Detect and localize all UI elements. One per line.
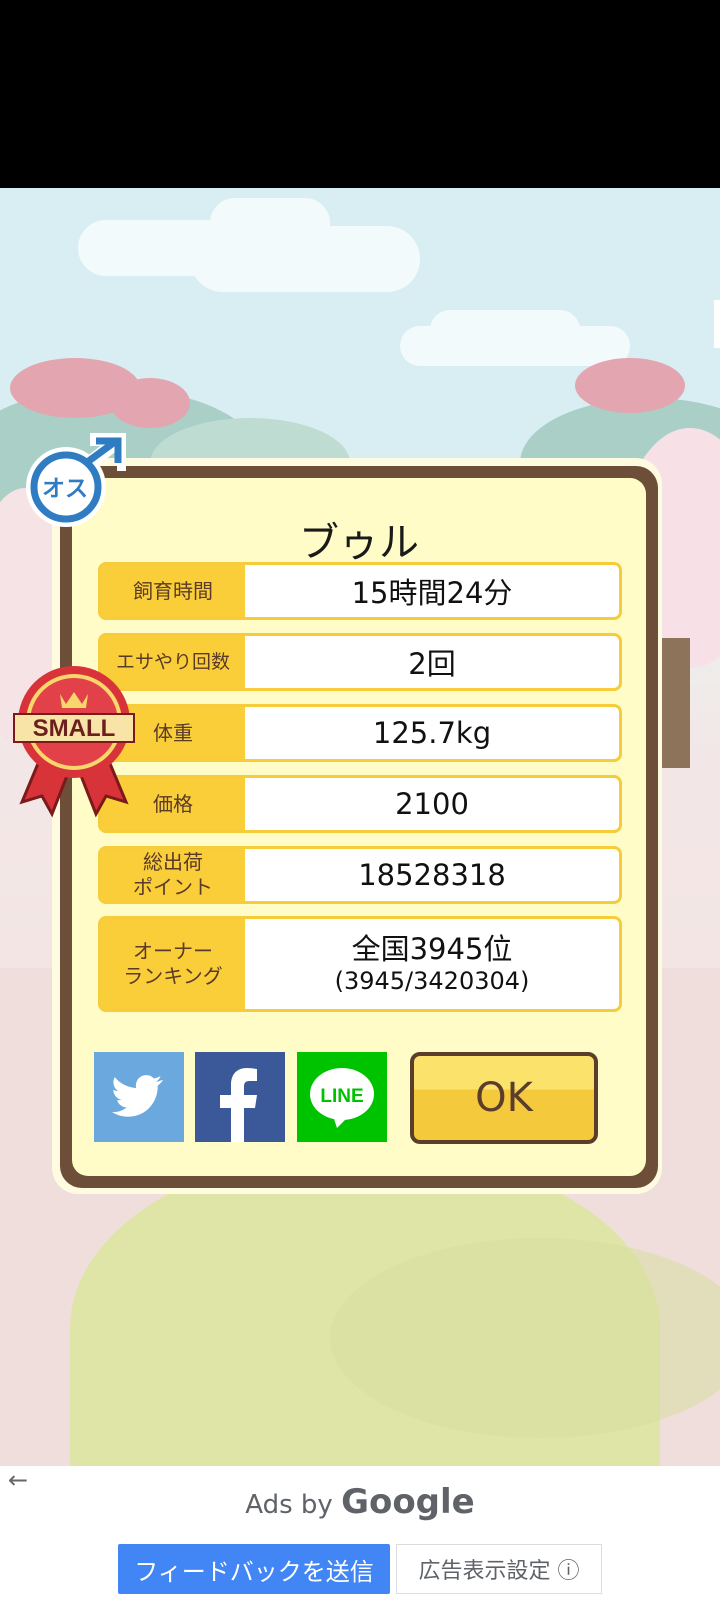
twitter-icon	[112, 1075, 163, 1117]
cloud	[430, 310, 580, 350]
pig-name: ブゥル	[299, 520, 419, 566]
ranking-detail: (3945/3420304)	[334, 967, 530, 995]
pig-info-dialog: ブゥル 飼育時間 15時間24分 エサやり回数 2回 体重 125.7kg 価格…	[60, 466, 658, 1188]
edge-highlight	[714, 300, 720, 348]
ad-bar: ← Ads by Google フィードバックを送信 広告表示設定 ⓘ	[0, 1466, 720, 1600]
cloud	[210, 198, 330, 248]
stat-value: 15時間24分	[351, 576, 513, 610]
facebook-icon	[220, 1068, 257, 1142]
stat-row-feed-count: エサやり回数 2回	[98, 633, 622, 691]
stat-row-price: 価格 2100	[98, 775, 622, 833]
ranking-position: 全国3945位	[351, 932, 513, 966]
medal-label: SMALL	[33, 715, 116, 742]
stat-value: 2回	[408, 647, 456, 681]
google-logo: Google	[341, 1482, 475, 1522]
stat-label: オーナー ランキング	[101, 919, 245, 1009]
gender-label: オス	[42, 476, 88, 502]
stat-row-weight: 体重 125.7kg	[98, 704, 622, 762]
blossom-tree	[575, 358, 685, 413]
stat-value: 18528318	[358, 858, 506, 892]
line-label: LINE	[320, 1086, 363, 1107]
stat-row-ranking: オーナー ランキング 全国3945位 (3945/3420304)	[98, 916, 622, 1012]
twitter-share-button[interactable]	[94, 1052, 184, 1142]
size-medal: SMALL	[12, 664, 136, 824]
ranking-value: 全国3945位 (3945/3420304)	[245, 919, 619, 1009]
dialog-content: ブゥル 飼育時間 15時間24分 エサやり回数 2回 体重 125.7kg 価格…	[72, 478, 646, 1176]
stat-value: 2100	[395, 787, 469, 821]
stat-row-breeding-time: 飼育時間 15時間24分	[98, 562, 622, 620]
male-symbol-icon: オス	[26, 432, 131, 527]
stat-value: 125.7kg	[372, 716, 492, 750]
ribbon-medal-icon: SMALL	[13, 666, 135, 818]
line-share-button[interactable]: LINE	[297, 1052, 387, 1142]
ads-by-text: Ads by	[245, 1490, 333, 1520]
ad-settings-button[interactable]: 広告表示設定 ⓘ	[396, 1544, 602, 1594]
send-feedback-button[interactable]: フィードバックを送信	[118, 1544, 390, 1594]
ok-button[interactable]: OK	[410, 1052, 598, 1144]
stat-label: 飼育時間	[101, 565, 245, 617]
male-gender-badge: オス	[24, 432, 131, 529]
status-bar-area	[0, 0, 720, 188]
line-icon: LINE	[310, 1068, 374, 1128]
stat-label: 総出荷 ポイント	[101, 849, 245, 901]
ads-by-google: Ads by Google	[0, 1482, 720, 1522]
blossom-tree	[110, 378, 190, 428]
stat-row-shipping-points: 総出荷 ポイント 18528318	[98, 846, 622, 904]
facebook-share-button[interactable]	[195, 1052, 285, 1142]
